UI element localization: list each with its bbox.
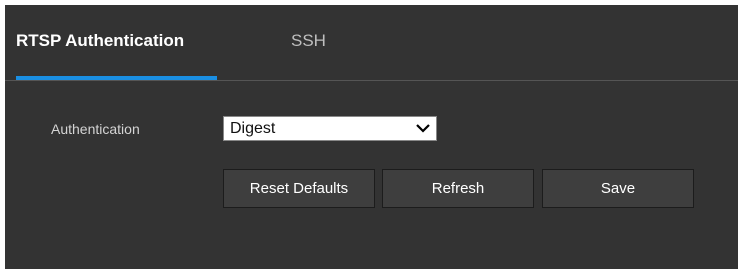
authentication-select[interactable]: Digest [223,116,437,141]
refresh-button[interactable]: Refresh [382,169,534,208]
tab-bar: RTSP Authentication SSH [5,5,738,81]
authentication-label: Authentication [51,121,140,137]
tab-rtsp-authentication[interactable]: RTSP Authentication [16,5,216,80]
tab-ssh[interactable]: SSH [291,5,351,80]
active-tab-indicator [16,76,217,80]
authentication-select-value: Digest [230,120,276,137]
save-button[interactable]: Save [542,169,694,208]
settings-panel: RTSP Authentication SSH Authentication D… [5,5,738,269]
reset-defaults-button[interactable]: Reset Defaults [223,169,375,208]
chevron-down-icon [416,124,430,133]
